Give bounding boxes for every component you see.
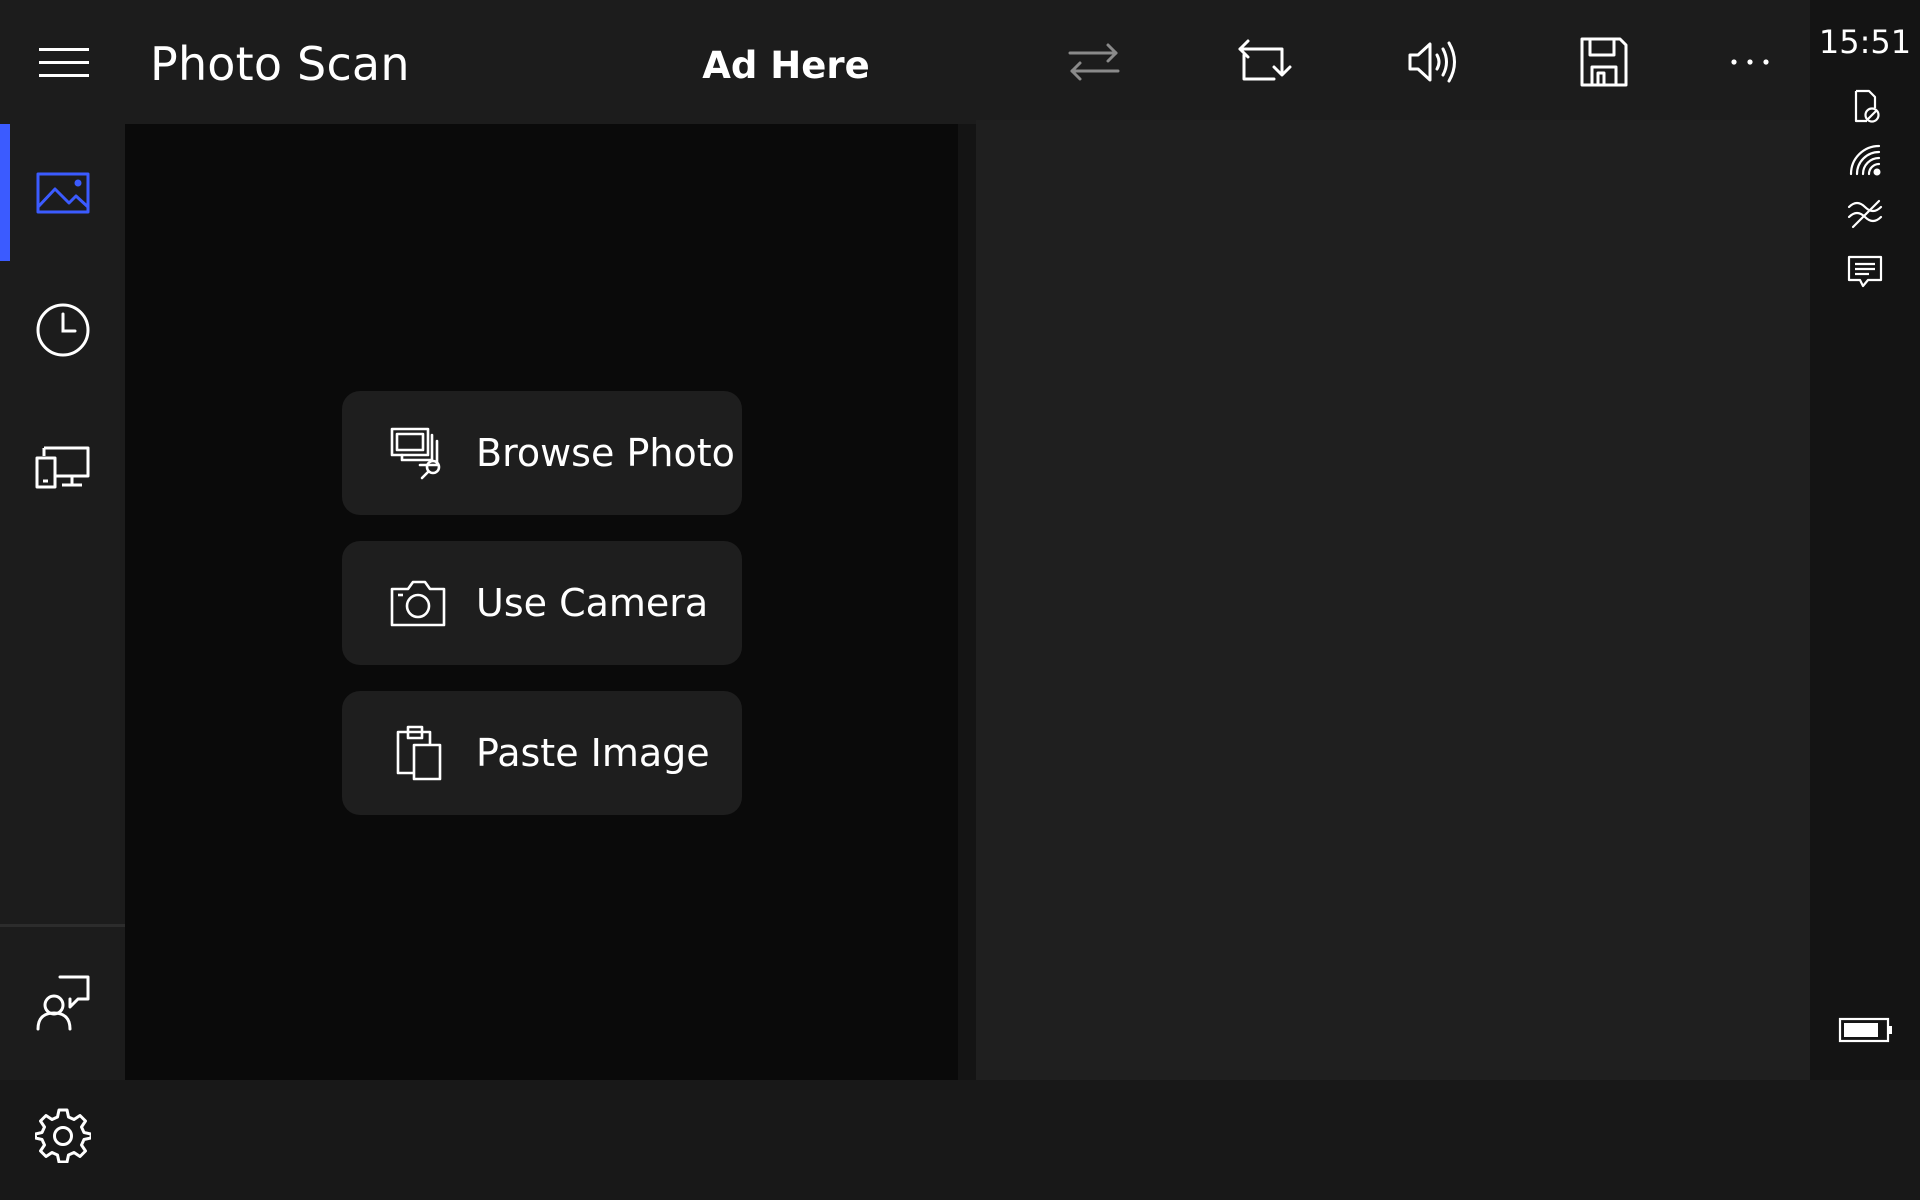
clock-icon [36, 303, 89, 356]
camera-icon [388, 573, 448, 633]
hamburger-menu-button[interactable] [36, 43, 92, 83]
feedback-person-icon [36, 975, 89, 1030]
swap-arrows-icon [1068, 43, 1120, 81]
use-camera-button[interactable]: Use Camera [342, 541, 742, 665]
devices-icon [35, 446, 89, 488]
no-sim-icon [1840, 84, 1890, 128]
swap-button[interactable] [1034, 22, 1154, 102]
battery-icon [1836, 1008, 1896, 1052]
browse-photo-icon [388, 423, 448, 483]
clock-time: 15:51 [1818, 23, 1912, 61]
save-button[interactable] [1544, 22, 1664, 102]
wifi-signal-icon [1840, 138, 1890, 182]
paste-image-button[interactable]: Paste Image [342, 691, 742, 815]
rotate-crop-button[interactable] [1204, 22, 1324, 102]
app-title: Photo Scan [150, 37, 410, 91]
pane-splitter[interactable] [958, 124, 976, 1080]
message-icon [1840, 250, 1890, 294]
speak-button[interactable] [1374, 22, 1494, 102]
hamburger-icon [39, 48, 89, 77]
nav-settings[interactable] [0, 1070, 125, 1200]
more-button[interactable] [1690, 22, 1810, 102]
nav-scan[interactable] [0, 124, 125, 261]
speaker-icon [1408, 41, 1456, 83]
rotate-crop-icon [1238, 39, 1292, 81]
browse-photo-label: Browse Photo [476, 431, 735, 475]
nav-selected-indicator [0, 124, 10, 261]
nav-devices[interactable] [0, 398, 125, 535]
result-pane [976, 120, 1810, 1080]
floppy-disk-icon [1580, 37, 1628, 87]
paste-image-label: Paste Image [476, 731, 710, 775]
gear-icon [34, 1108, 91, 1163]
left-nav-rail [0, 124, 125, 1163]
paste-icon [388, 723, 448, 783]
nav-history[interactable] [0, 261, 125, 398]
nav-divider [0, 924, 125, 927]
image-icon [36, 172, 89, 213]
more-dots-icon [1731, 59, 1769, 65]
nav-feedback[interactable] [0, 933, 125, 1070]
use-camera-label: Use Camera [476, 581, 709, 625]
data-sense-icon [1840, 192, 1890, 236]
browse-photo-button[interactable]: Browse Photo [342, 391, 742, 515]
ad-banner-text: Ad Here [702, 44, 870, 87]
